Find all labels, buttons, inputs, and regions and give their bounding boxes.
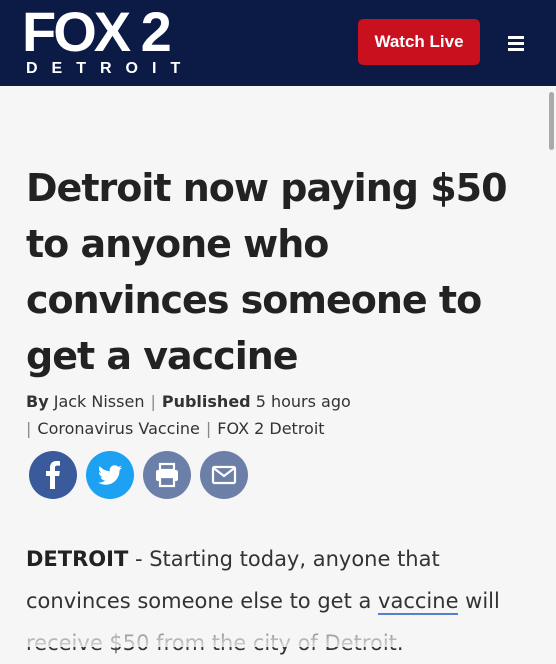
by-label: By: [26, 392, 49, 411]
separator: |: [150, 392, 156, 411]
separator: |: [26, 419, 32, 438]
scrollbar[interactable]: [549, 92, 554, 150]
separator: |: [205, 419, 212, 438]
published-label: Published: [161, 392, 251, 411]
facebook-icon[interactable]: [29, 451, 77, 499]
site-header: FOX 2 DETROIT Watch Live: [0, 0, 556, 86]
print-icon[interactable]: [143, 451, 191, 499]
published-time: 5 hours ago: [255, 392, 351, 411]
author-link[interactable]: Jack Nissen: [54, 392, 145, 411]
article-headline: Detroit now paying $50 to anyone who con…: [26, 166, 508, 378]
logo-subtitle: DETROIT: [26, 60, 195, 77]
share-bar: [29, 451, 248, 499]
bottom-fade-overlay: [0, 612, 556, 647]
dateline: DETROIT: [26, 547, 129, 571]
email-icon[interactable]: [200, 451, 248, 499]
tag-coronavirus-vaccine[interactable]: Coronavirus Vaccine: [37, 419, 200, 438]
watch-live-button[interactable]: Watch Live: [358, 19, 480, 65]
hamburger-menu-icon[interactable]: [508, 36, 526, 52]
dateline-dash: -: [128, 547, 150, 571]
fox2-logo[interactable]: FOX 2: [22, 4, 172, 60]
twitter-icon[interactable]: [86, 451, 134, 499]
byline-line-1: By Jack Nissen | Published 5 hours ago: [26, 388, 526, 415]
byline-line-2: | Coronavirus Vaccine | FOX 2 Detroit: [26, 415, 526, 442]
tag-fox2-detroit[interactable]: FOX 2 Detroit: [217, 419, 324, 438]
article-byline: By Jack Nissen | Published 5 hours ago | Co…: [26, 388, 526, 442]
